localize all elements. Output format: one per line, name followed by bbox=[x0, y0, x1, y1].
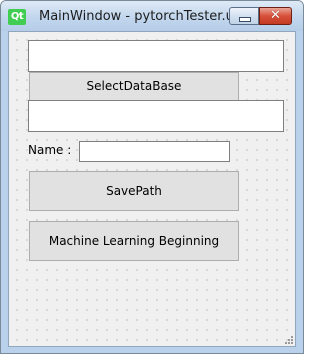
size-grip-icon[interactable] bbox=[284, 335, 294, 345]
name-label: Name : bbox=[28, 143, 72, 157]
save-path-input[interactable] bbox=[28, 100, 284, 132]
qt-logo-icon: Qt bbox=[8, 9, 26, 25]
close-button[interactable]: ✕ bbox=[259, 7, 292, 25]
minimize-button[interactable] bbox=[229, 7, 259, 25]
database-path-input[interactable] bbox=[28, 40, 284, 72]
ml-beginning-button[interactable]: Machine Learning Beginning bbox=[29, 221, 239, 261]
title-bar[interactable]: Qt MainWindow - pytorchTester.ui ✕ bbox=[1, 1, 303, 31]
window-title: MainWindow - pytorchTester.ui bbox=[39, 9, 238, 24]
main-window: Qt MainWindow - pytorchTester.ui ✕ Selec… bbox=[0, 0, 304, 354]
save-path-button[interactable]: SavePath bbox=[29, 171, 239, 211]
minimize-icon bbox=[239, 17, 251, 22]
form-canvas: SelectDataBase Name : SavePath Machine L… bbox=[8, 31, 296, 347]
name-input[interactable] bbox=[79, 141, 230, 162]
select-database-button[interactable]: SelectDataBase bbox=[29, 72, 239, 101]
